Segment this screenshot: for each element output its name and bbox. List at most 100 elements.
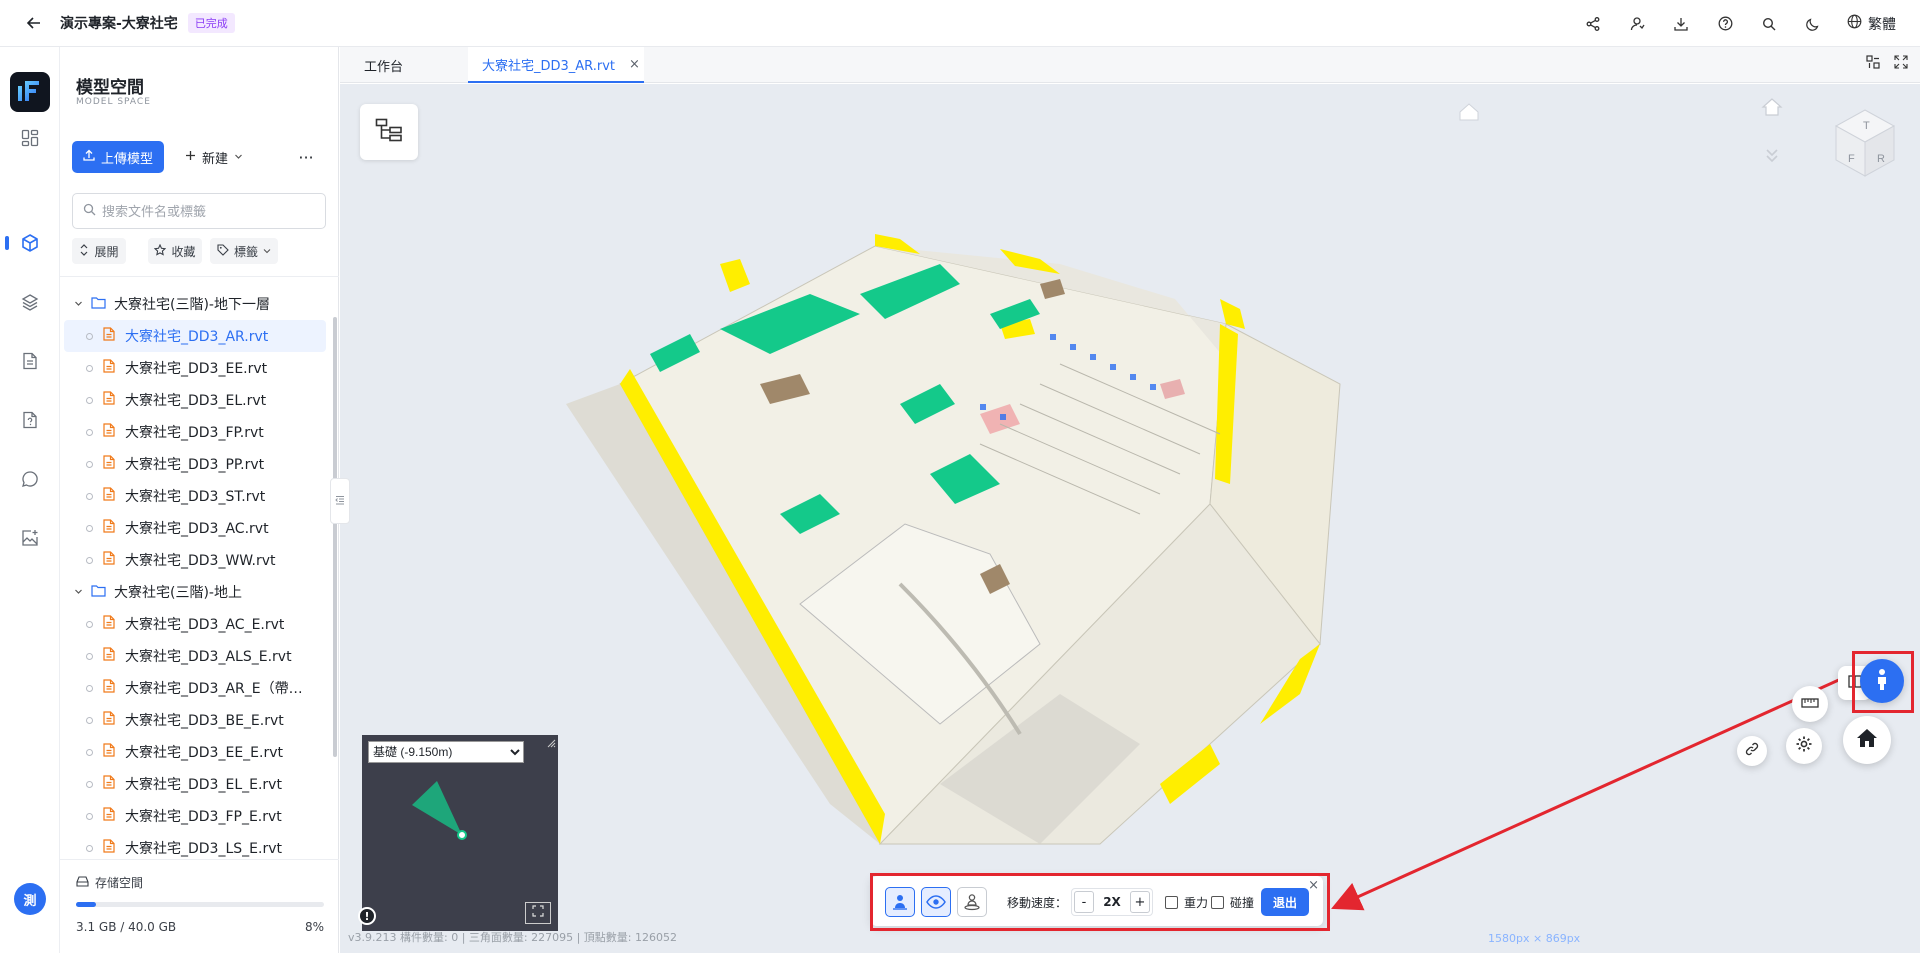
panel-collapse-handle[interactable] bbox=[330, 478, 350, 524]
upload-model-button[interactable]: 上傳模型 bbox=[72, 141, 164, 173]
tree-file[interactable]: 大寮社宅_DD3_ST.rvt bbox=[64, 480, 326, 512]
globe-icon bbox=[1847, 14, 1862, 33]
storage-drive-icon bbox=[76, 875, 89, 890]
speed-increase-button[interactable]: + bbox=[1130, 891, 1150, 913]
third-person-icon[interactable] bbox=[957, 887, 987, 917]
file-question-icon[interactable] bbox=[18, 408, 42, 432]
back-arrow-icon[interactable] bbox=[24, 13, 44, 33]
rvt-file-icon bbox=[103, 327, 115, 345]
tree-file[interactable]: 大寮社宅_DD3_AC_E.rvt bbox=[64, 608, 326, 640]
new-label: 新建 bbox=[201, 151, 228, 167]
tree-file[interactable]: 大寮社宅_DD3_ALS_E.rvt bbox=[64, 640, 326, 672]
tree-file[interactable]: 大寮社宅_DD3_WW.rvt bbox=[64, 544, 326, 576]
tree-item-label: 大寮社宅_DD3_AC.rvt bbox=[125, 521, 269, 537]
gravity-checkbox[interactable]: 重力 bbox=[1165, 894, 1208, 911]
hierarchy-icon bbox=[375, 118, 403, 146]
layers-icon[interactable] bbox=[18, 290, 42, 314]
status-dot bbox=[86, 396, 93, 404]
expand-chip[interactable]: 展開 bbox=[72, 238, 126, 264]
viewport-size-watermark: 1580px × 869px bbox=[1488, 932, 1581, 945]
speed-decrease-button[interactable]: - bbox=[1074, 891, 1094, 913]
storage-percent: 8% bbox=[304, 920, 324, 934]
navcube-home-icon bbox=[1459, 103, 1479, 121]
link-icon bbox=[1745, 742, 1759, 760]
search-icon[interactable] bbox=[1759, 14, 1779, 34]
split-view-icon[interactable] bbox=[1866, 55, 1880, 73]
exit-walk-button[interactable]: 退出 bbox=[1261, 888, 1309, 916]
tree-file[interactable]: 大寮社宅_DD3_EE.rvt bbox=[64, 352, 326, 384]
language-switch[interactable]: 繁體 bbox=[1847, 14, 1896, 34]
person-icon bbox=[1875, 668, 1889, 694]
storage-section: 存储空間 3.1 GB / 40.0 GB 8% bbox=[60, 859, 339, 953]
chevron-down-icon[interactable] bbox=[74, 584, 83, 600]
link-button[interactable] bbox=[1737, 736, 1767, 766]
share-icon[interactable] bbox=[1583, 14, 1603, 34]
close-icon[interactable]: × bbox=[1308, 878, 1319, 893]
tree-scrollbar[interactable] bbox=[333, 317, 337, 757]
building-model-render bbox=[566, 103, 1479, 845]
tree-folder[interactable]: 大寮社宅(三階)-地上 bbox=[64, 576, 326, 608]
close-icon[interactable]: × bbox=[629, 57, 640, 72]
tab-workbench[interactable]: 工作台 bbox=[340, 47, 443, 83]
tab-model-file[interactable]: 大寮社宅_DD3_AR.rvt × bbox=[468, 47, 644, 83]
expand-collapse-icon bbox=[79, 243, 89, 259]
document-icon[interactable] bbox=[18, 349, 42, 373]
download-icon[interactable] bbox=[1671, 14, 1691, 34]
settings-button[interactable] bbox=[1786, 728, 1822, 764]
tree-file[interactable]: 大寮社宅_DD3_BE_E.rvt bbox=[64, 704, 326, 736]
navigation-cube[interactable]: T F R bbox=[1830, 104, 1900, 183]
chat-icon[interactable] bbox=[18, 467, 42, 491]
avatar[interactable]: 測 bbox=[14, 883, 46, 915]
more-options-button[interactable]: ··· bbox=[296, 147, 316, 167]
help-icon[interactable] bbox=[1715, 14, 1735, 34]
measure-button[interactable] bbox=[1792, 686, 1828, 722]
file-search-field[interactable] bbox=[72, 193, 326, 229]
dark-mode-icon[interactable] bbox=[1803, 14, 1823, 34]
speed-value: 2X bbox=[1103, 895, 1121, 909]
tree-file[interactable]: 大寮社宅_DD3_EL.rvt bbox=[64, 384, 326, 416]
new-button[interactable]: 新建 bbox=[172, 141, 256, 173]
home-button[interactable] bbox=[1843, 716, 1891, 764]
collision-checkbox-box[interactable] bbox=[1211, 896, 1224, 909]
tree-item-label: 大寮社宅_DD3_LS_E.rvt bbox=[125, 841, 282, 857]
speed-label: 移動速度： bbox=[1007, 896, 1068, 910]
status-dot bbox=[86, 364, 93, 372]
tree-folder[interactable]: 大寮社宅(三階)-地下一層 bbox=[64, 288, 326, 320]
eye-icon[interactable] bbox=[921, 887, 951, 917]
status-dot bbox=[86, 460, 93, 468]
first-person-icon[interactable] bbox=[885, 887, 915, 917]
tab-tools bbox=[1866, 55, 1908, 73]
minimap[interactable]: 基礎 (-9.150m) ! bbox=[358, 735, 558, 931]
gravity-label: 重力 bbox=[1184, 896, 1209, 910]
app-logo[interactable] bbox=[10, 72, 50, 112]
dashboard-icon[interactable] bbox=[18, 126, 42, 150]
speed-stepper: - 2X + bbox=[1071, 888, 1153, 916]
tree-file[interactable]: 大寮社宅_DD3_PP.rvt bbox=[64, 448, 326, 480]
model-cube-icon[interactable] bbox=[18, 231, 42, 255]
favorite-chip[interactable]: 收藏 bbox=[148, 238, 202, 264]
collision-checkbox[interactable]: 碰撞 bbox=[1211, 894, 1254, 911]
double-chevron-down-icon[interactable] bbox=[1760, 144, 1784, 172]
collision-label: 碰撞 bbox=[1230, 896, 1255, 910]
search-input[interactable] bbox=[102, 203, 302, 219]
storage-progress-fill bbox=[76, 902, 96, 907]
tags-chip[interactable]: 標籤 bbox=[210, 238, 278, 264]
model-tree-button[interactable] bbox=[360, 104, 418, 160]
gravity-checkbox-box[interactable] bbox=[1165, 896, 1178, 909]
user-switch-icon[interactable] bbox=[1627, 14, 1647, 34]
image-add-icon[interactable] bbox=[18, 526, 42, 550]
tree-file[interactable]: 大寮社宅_DD3_EE_E.rvt bbox=[64, 736, 326, 768]
home-view-icon[interactable] bbox=[1760, 96, 1784, 122]
tree-file[interactable]: 大寮社宅_DD3_AR_E（帶房... bbox=[64, 672, 326, 704]
tree-file[interactable]: 大寮社宅_DD3_FP_E.rvt bbox=[64, 800, 326, 832]
tree-file[interactable]: 大寮社宅_DD3_EL_E.rvt bbox=[64, 768, 326, 800]
expand-minimap-button[interactable] bbox=[525, 902, 551, 924]
tree-file[interactable]: 大寮社宅_DD3_AR.rvt bbox=[64, 320, 326, 352]
3d-viewer[interactable]: T F R 基礎 (-9.150m) ! v3.9.213 構件數量: 0 | … bbox=[340, 84, 1920, 953]
tree-file[interactable]: 大寮社宅_DD3_FP.rvt bbox=[64, 416, 326, 448]
chevron-down-icon[interactable] bbox=[74, 296, 83, 312]
fullscreen-icon[interactable] bbox=[1894, 55, 1908, 73]
walk-mode-button[interactable] bbox=[1860, 659, 1904, 703]
info-icon[interactable]: ! bbox=[358, 907, 376, 925]
tree-file[interactable]: 大寮社宅_DD3_AC.rvt bbox=[64, 512, 326, 544]
